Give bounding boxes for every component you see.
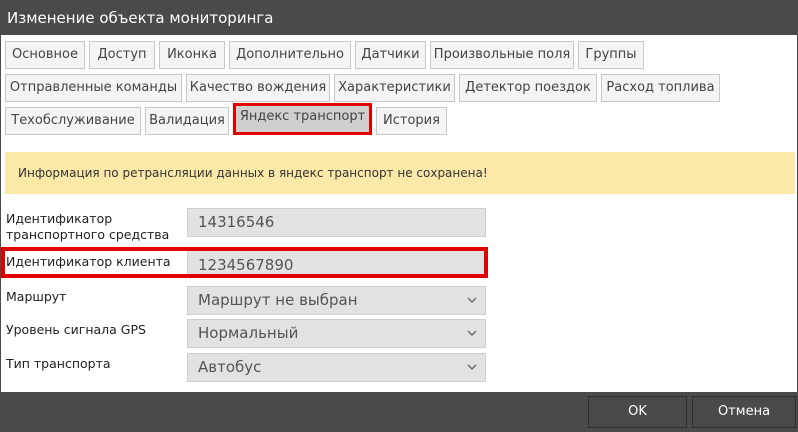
transport-type-select[interactable]: Автобус (187, 353, 486, 382)
chevron-down-icon (467, 364, 477, 370)
transport-type-select-value: Автобус (198, 358, 262, 376)
tab-yandex-transport[interactable]: Яндекс транспорт (233, 103, 372, 135)
tab-basic[interactable]: Основное (5, 41, 85, 69)
client-id-highlight-frame (1, 247, 488, 278)
tab-validation[interactable]: Валидация (145, 107, 229, 135)
dialog-footer: OK Отмена (1, 392, 797, 431)
vehicle-id-label-line1: Идентификатор (6, 211, 113, 226)
tab-driving-quality[interactable]: Качество вождения (186, 74, 330, 102)
vehicle-id-label: Идентификатор транспортного средства (6, 211, 169, 243)
route-select[interactable]: Маршрут не выбран (187, 286, 486, 315)
tab-sent-commands[interactable]: Отправленные команды (5, 74, 182, 102)
tab-icon[interactable]: Иконка (159, 41, 225, 69)
chevron-down-icon (467, 330, 477, 336)
tab-groups[interactable]: Группы (578, 41, 644, 69)
transport-type-label: Тип транспорта (6, 356, 111, 371)
gps-level-label: Уровень сигнала GPS (6, 322, 146, 337)
tab-additional[interactable]: Дополнительно (229, 41, 351, 69)
tab-sensors[interactable]: Датчики (355, 41, 426, 69)
tab-fuel-consumption[interactable]: Расход топлива (601, 74, 720, 102)
chevron-down-icon (467, 297, 477, 303)
edit-monitoring-object-dialog: Изменение объекта мониторинга Основное Д… (0, 0, 798, 432)
vehicle-id-field[interactable]: 14316546 (187, 208, 486, 237)
vehicle-id-label-line2: транспортного средства (6, 227, 170, 242)
cancel-button[interactable]: Отмена (692, 396, 796, 428)
tab-trip-detector[interactable]: Детектор поездок (459, 74, 597, 102)
tab-maintenance[interactable]: Техобслуживание (5, 107, 141, 135)
tab-characteristics[interactable]: Характеристики (334, 74, 455, 102)
ok-button[interactable]: OK (588, 396, 687, 428)
tab-history[interactable]: История (376, 107, 447, 135)
warning-alert: Информация по ретрансляции данных в янде… (5, 152, 795, 194)
route-label: Маршрут (6, 289, 67, 304)
tab-access[interactable]: Доступ (89, 41, 155, 69)
dialog-title: Изменение объекта мониторинга (1, 1, 797, 35)
gps-level-select-value: Нормальный (198, 324, 299, 342)
route-select-value: Маршрут не выбран (198, 291, 358, 309)
tab-custom-fields[interactable]: Произвольные поля (430, 41, 574, 69)
gps-level-select[interactable]: Нормальный (187, 319, 486, 348)
